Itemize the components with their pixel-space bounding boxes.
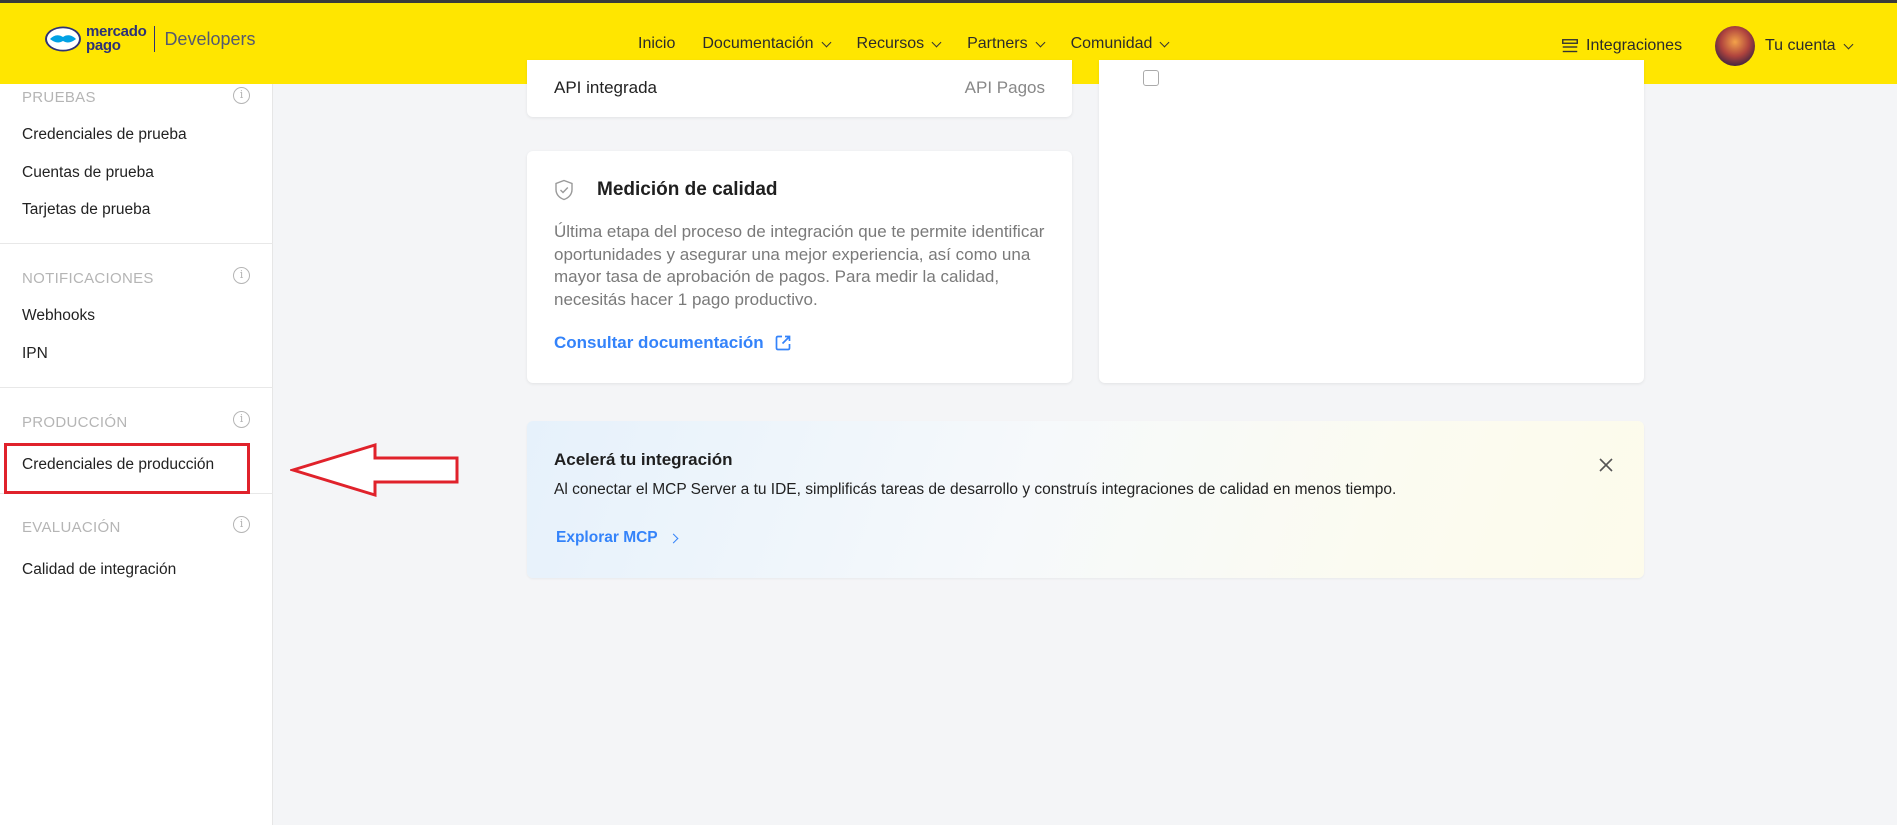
checkbox[interactable] bbox=[1143, 70, 1159, 86]
sidebar-item-calidad-integracion[interactable]: Calidad de integración bbox=[22, 561, 176, 579]
quality-card-description: Última etapa del proceso de integración … bbox=[554, 222, 1045, 309]
account-menu[interactable]: Tu cuenta bbox=[1715, 26, 1854, 66]
integrations-button[interactable]: Integraciones bbox=[1562, 37, 1682, 55]
info-icon[interactable]: i bbox=[233, 411, 250, 428]
chevron-down-icon bbox=[1035, 37, 1046, 47]
section-title-evaluacion: EVALUACIÓN bbox=[22, 519, 121, 536]
nav-comunidad[interactable]: Comunidad bbox=[1071, 35, 1170, 53]
info-icon[interactable]: i bbox=[233, 267, 250, 284]
consultar-documentacion-link[interactable]: Consultar documentación bbox=[554, 333, 792, 353]
sidebar-item-cuentas-prueba[interactable]: Cuentas de prueba bbox=[22, 164, 154, 182]
logo-separator bbox=[154, 26, 156, 52]
link-label: Consultar documentación bbox=[554, 333, 764, 352]
main-nav: Inicio Documentación Recursos Partners C… bbox=[638, 35, 1195, 53]
sidebar-item-webhooks[interactable]: Webhooks bbox=[22, 307, 95, 325]
nav-partners[interactable]: Partners bbox=[967, 35, 1046, 53]
info-icon[interactable]: i bbox=[233, 87, 250, 104]
chevron-right-icon bbox=[668, 533, 679, 543]
integrations-label: Integraciones bbox=[1586, 37, 1683, 54]
link-label: Explorar MCP bbox=[556, 529, 658, 546]
list-icon bbox=[1562, 39, 1578, 53]
avatar bbox=[1715, 26, 1755, 66]
sidebar-item-credenciales-prueba[interactable]: Credenciales de prueba bbox=[22, 126, 187, 144]
banner-description: Al conectar el MCP Server a tu IDE, simp… bbox=[554, 481, 1397, 498]
nav-recursos[interactable]: Recursos bbox=[857, 35, 942, 53]
mercadopago-logo[interactable]: mercado pago Developers bbox=[44, 23, 256, 54]
annotation-arrow-icon bbox=[290, 442, 459, 498]
api-value: API Pagos bbox=[964, 78, 1045, 97]
account-label: Tu cuenta bbox=[1765, 37, 1836, 54]
shield-check-icon bbox=[555, 179, 573, 201]
section-title-pruebas: PRUEBAS bbox=[22, 89, 96, 106]
annotation-highlight-box bbox=[4, 443, 250, 494]
close-icon[interactable] bbox=[1598, 457, 1614, 473]
banner-title: Acelerá tu integración bbox=[554, 450, 733, 469]
section-title-notificaciones: NOTIFICACIONES bbox=[22, 270, 154, 287]
api-label: API integrada bbox=[554, 78, 658, 97]
nav-documentacion[interactable]: Documentación bbox=[702, 35, 831, 53]
quality-card-title: Medición de calidad bbox=[597, 179, 778, 200]
divider bbox=[0, 243, 273, 244]
sidebar-item-ipn[interactable]: IPN bbox=[22, 345, 48, 363]
developers-label: Developers bbox=[164, 28, 256, 49]
chevron-down-icon bbox=[931, 37, 942, 47]
external-link-icon bbox=[775, 335, 791, 351]
chevron-down-icon bbox=[1159, 37, 1170, 47]
chevron-down-icon bbox=[1843, 39, 1854, 49]
section-title-produccion: PRODUCCIÓN bbox=[22, 414, 128, 431]
mcp-banner: Acelerá tu integración Al conectar el MC… bbox=[527, 421, 1644, 578]
logo-wordmark: mercado pago bbox=[86, 23, 147, 54]
api-integrada-card: API integrada API Pagos bbox=[527, 60, 1072, 117]
checklist-card bbox=[1099, 60, 1644, 383]
info-icon[interactable]: i bbox=[233, 516, 250, 533]
nav-inicio[interactable]: Inicio bbox=[638, 35, 675, 53]
explorar-mcp-link[interactable]: Explorar MCP bbox=[556, 529, 679, 547]
sidebar-item-tarjetas-prueba[interactable]: Tarjetas de prueba bbox=[22, 201, 150, 219]
divider bbox=[0, 387, 273, 388]
quality-card: Medición de calidad Última etapa del pro… bbox=[527, 151, 1072, 383]
handshake-logo-icon bbox=[45, 26, 81, 52]
chevron-down-icon bbox=[821, 37, 831, 47]
